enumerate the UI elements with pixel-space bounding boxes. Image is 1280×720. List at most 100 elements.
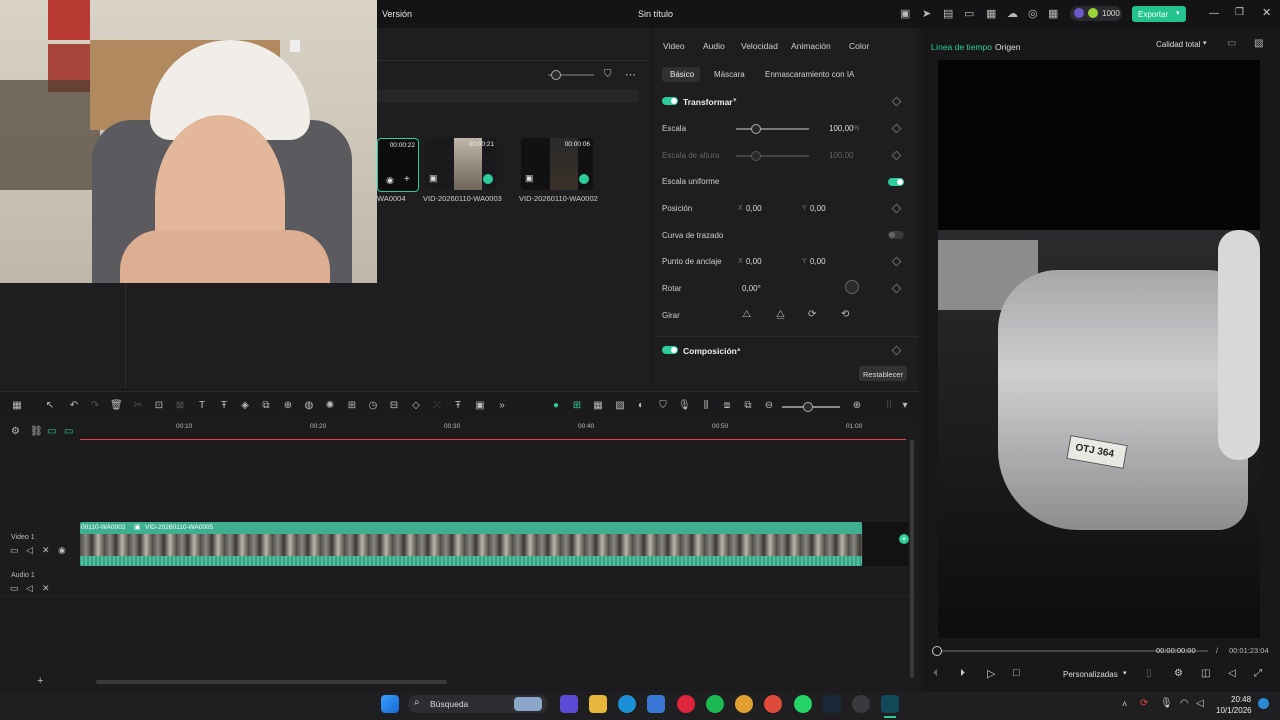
zoom-in-icon[interactable]: ⊕ xyxy=(851,400,863,412)
save-icon[interactable]: ▦ xyxy=(986,7,996,20)
transform-toggle[interactable] xyxy=(662,97,678,105)
flip-vertical-icon[interactable]: ⧋ xyxy=(776,309,785,320)
tab-color[interactable]: Color xyxy=(849,41,869,51)
tab-video[interactable]: Video xyxy=(663,41,685,51)
mic-icon[interactable]: 🎙 xyxy=(1160,698,1173,709)
keyframe-icon[interactable]: ◇ xyxy=(410,400,422,412)
wifi-icon[interactable]: ◠ xyxy=(1180,698,1189,709)
snap-icon[interactable]: ⊞ xyxy=(571,400,583,412)
step-play-icon[interactable]: ⏵ xyxy=(960,668,965,679)
chevron-up-icon[interactable]: ▴ xyxy=(737,345,741,353)
anchor-y-field[interactable]: 0,00 xyxy=(810,257,826,266)
settings-icon[interactable]: ⚙ xyxy=(11,426,20,437)
export-button[interactable]: Exportar ▾ xyxy=(1132,6,1186,22)
aspect-ratio-dropdown[interactable]: Personalizadas xyxy=(1063,670,1118,679)
ai-text-icon[interactable]: Ŧ xyxy=(218,400,230,412)
link-icon[interactable]: ⛓ xyxy=(30,426,43,437)
snapshot-icon[interactable]: ▨ xyxy=(1254,38,1263,49)
speaker-icon[interactable]: ◁ xyxy=(1196,698,1204,709)
volume-icon[interactable]: ◁ xyxy=(1228,668,1236,679)
help-icon[interactable] xyxy=(1258,698,1269,709)
cloud-icon[interactable]: ☁ xyxy=(1007,7,1018,20)
spotify-icon[interactable] xyxy=(706,695,724,713)
send-icon[interactable]: ➤ xyxy=(922,7,931,20)
media-clip-2[interactable]: 00:00:21 ▣ xyxy=(425,138,497,190)
add-icon[interactable]: + xyxy=(404,174,410,185)
rotate-field[interactable]: 0,00° xyxy=(742,284,761,293)
replace-icon[interactable]: ⧉ xyxy=(742,400,754,412)
scale-slider[interactable] xyxy=(736,128,809,130)
clock-date[interactable]: 10/1/2026 xyxy=(1216,706,1252,715)
tab-source-preview[interactable]: Origen xyxy=(995,42,1021,52)
volume-icon[interactable]: ◁ xyxy=(26,545,33,556)
marker-icon[interactable]: ▯ xyxy=(1146,668,1152,679)
chevron-down-icon[interactable]: ▾ xyxy=(899,400,911,412)
caption-icon[interactable]: ▣ xyxy=(474,400,486,412)
text-icon[interactable]: T xyxy=(196,400,208,412)
horizontal-scrollbar[interactable] xyxy=(96,680,447,684)
undo-icon[interactable]: ↶ xyxy=(68,400,80,412)
freeze-icon[interactable]: ⊟ xyxy=(388,400,400,412)
chevron-down-icon[interactable]: ▾ xyxy=(733,96,737,104)
chevron-up-icon[interactable]: ˄ xyxy=(1122,699,1127,709)
render-icon[interactable]: ⚙ xyxy=(1174,668,1183,679)
storyboard-icon[interactable]: ▦ xyxy=(592,400,604,412)
composition-toggle[interactable] xyxy=(662,346,678,354)
effects-icon[interactable]: ⧉ xyxy=(260,400,272,412)
scale-value[interactable]: 100,00 xyxy=(829,124,853,133)
speed-ramp-icon[interactable]: ◐ xyxy=(635,400,647,412)
folder-icon[interactable]: ▭ xyxy=(10,583,19,594)
vertical-scrollbar[interactable] xyxy=(910,440,914,678)
transition-icon[interactable]: ⤫ xyxy=(431,400,443,412)
credits-badge[interactable]: 1000 xyxy=(1070,6,1122,21)
chrome-profile-icon[interactable] xyxy=(764,695,782,713)
rotate-cw-icon[interactable]: ⟳ xyxy=(808,309,816,320)
position-x-field[interactable]: 0,00 xyxy=(746,204,762,213)
pip-icon[interactable]: ⧈ xyxy=(721,400,733,412)
track-layout-icon[interactable]: ▭ xyxy=(64,426,73,437)
mute-icon[interactable]: ✕ xyxy=(42,545,50,556)
camera-icon[interactable]: ◫ xyxy=(1201,668,1210,679)
color-icon[interactable]: ◈ xyxy=(239,400,251,412)
tab-timeline-preview[interactable]: Línea de tiempo xyxy=(931,42,992,52)
fullscreen-icon[interactable]: ⤢ xyxy=(1254,668,1262,679)
auto-edit-icon[interactable]: ● xyxy=(550,400,562,412)
mixer-icon[interactable]: ⫼ xyxy=(700,400,712,412)
image-icon[interactable]: ▨ xyxy=(614,400,626,412)
delete-icon[interactable]: 🗑 xyxy=(110,400,123,412)
search-box[interactable]: ⌕ Búsqueda xyxy=(408,695,548,713)
split-icon[interactable]: ⊠ xyxy=(174,400,186,412)
mask-icon[interactable]: ◍ xyxy=(303,400,315,412)
filter-icon[interactable]: ⛉ xyxy=(604,69,612,80)
path-curve-toggle[interactable] xyxy=(888,231,904,239)
timeline-ruler[interactable] xyxy=(80,436,906,442)
zoom-out-icon[interactable]: ⊖ xyxy=(763,400,775,412)
minimize-icon[interactable]: — xyxy=(1209,8,1219,19)
zoom-knob[interactable] xyxy=(803,402,813,412)
subtab-basic[interactable]: Básico xyxy=(662,67,700,82)
grid-icon[interactable]: ⁞⁞ xyxy=(883,400,895,412)
prev-frame-icon[interactable]: ⏴ xyxy=(933,668,938,679)
grid-icon[interactable]: ▭ xyxy=(1227,38,1236,49)
zoom-icon[interactable]: ⊕ xyxy=(282,400,294,412)
mute-icon[interactable]: ✕ xyxy=(42,583,50,594)
tab-audio[interactable]: Audio xyxy=(703,41,725,51)
subtab-mask[interactable]: Máscara xyxy=(714,70,745,79)
apps-icon[interactable]: ▦ xyxy=(1048,7,1058,20)
stop-icon[interactable]: □ xyxy=(1013,667,1020,679)
mic-icon[interactable]: 🎙 xyxy=(678,400,691,412)
layout-icon[interactable]: ▤ xyxy=(943,7,953,20)
whatsapp-icon[interactable] xyxy=(794,695,812,713)
media-clip-1[interactable]: 00:00:22 ◉ + xyxy=(377,138,419,192)
version-menu[interactable]: Versión xyxy=(382,9,412,19)
edge-icon[interactable] xyxy=(618,695,636,713)
add-clip-icon[interactable]: + xyxy=(899,534,909,544)
tab-speed[interactable]: Velocidad xyxy=(741,41,778,51)
rotate-ccw-icon[interactable]: ⟲ xyxy=(841,309,849,320)
clock-time[interactable]: 20:48 xyxy=(1231,695,1251,704)
video-preview[interactable]: OTJ 364 xyxy=(938,60,1260,638)
subtab-ai-mask[interactable]: Enmascaramiento con IA xyxy=(765,70,854,79)
track-add-icon[interactable]: ▭ xyxy=(47,426,56,437)
more-tools-icon[interactable]: » xyxy=(496,400,508,412)
layout-icon[interactable]: ▦ xyxy=(11,400,23,412)
